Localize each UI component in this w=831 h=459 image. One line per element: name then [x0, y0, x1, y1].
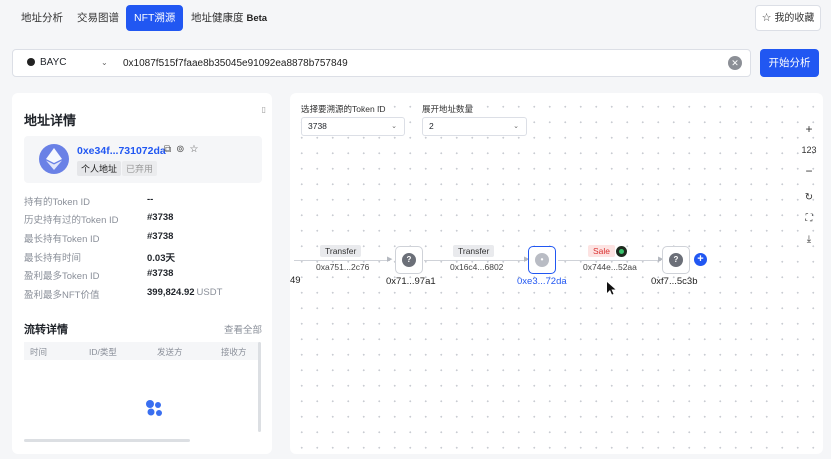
empty-state-icon	[144, 399, 164, 420]
edge-hash[interactable]: 0x744e...52aa	[583, 262, 637, 272]
tab-label: 交易图谱	[77, 12, 119, 24]
tab-nft-trace[interactable]: NFT溯源	[126, 5, 184, 31]
focused-address-node[interactable]: •	[528, 246, 556, 274]
expand-count-value: 2	[429, 121, 434, 131]
edge-type-tag: Transfer	[453, 245, 495, 257]
refresh-icon[interactable]: ↻	[799, 192, 819, 203]
edge-type-tag: Sale	[588, 245, 616, 257]
address-node[interactable]: ?	[662, 246, 690, 274]
info-label: 历史持有过的Token ID	[24, 215, 119, 226]
chevron-down-icon: ⌄	[391, 123, 397, 130]
address-details-panel: 地址详情 ▯ 0xe34f...731072da ⧉⊚☆ 个人地址 已弃用 持有…	[12, 93, 272, 454]
clear-icon[interactable]: ✕	[728, 56, 742, 70]
start-analysis-button[interactable]: 开始分析	[760, 49, 819, 77]
node-label: 0xe3...72da	[517, 276, 567, 287]
address-actions: ⧉⊚☆	[164, 144, 204, 155]
tab-label: NFT溯源	[134, 12, 176, 24]
zoom-toolbar: + 123 − ↻ ⛶ ⤓	[799, 122, 819, 252]
horizontal-scrollbar[interactable]	[24, 439, 190, 442]
zoom-out-icon[interactable]: −	[799, 164, 819, 178]
address-node[interactable]: ?	[395, 246, 423, 274]
profit-unit: USDT	[196, 287, 223, 298]
flow-details-title: 流转详情	[24, 324, 68, 336]
collection-logo-icon	[27, 58, 35, 66]
edge-hash[interactable]: 0x16c4...6802	[450, 262, 503, 272]
info-label: 盈利最多Token ID	[24, 271, 100, 282]
expand-count-select[interactable]: 2 ⌄	[422, 117, 527, 136]
edge-type-tag: Transfer	[320, 245, 362, 257]
tab-label: 地址健康度	[191, 12, 244, 24]
star-icon[interactable]: ☆	[190, 144, 204, 155]
copy-icon[interactable]: ⧉	[164, 144, 176, 155]
unknown-address-icon: ?	[402, 253, 416, 267]
node-label: 49	[290, 275, 301, 286]
download-icon[interactable]: ⤓	[799, 234, 819, 245]
zoom-in-icon[interactable]: +	[799, 122, 819, 136]
info-value: #3738	[147, 231, 174, 242]
address-link[interactable]: 0xe34f...731072da	[77, 145, 166, 157]
top-tab-bar: 地址分析 交易图谱 NFT溯源 地址健康度 Beta ☆ 我的收藏	[0, 0, 831, 36]
info-label: 盈利最多NFT价值	[24, 290, 100, 301]
info-value: --	[147, 194, 154, 205]
tab-transaction-graph[interactable]: 交易图谱	[69, 5, 127, 31]
collection-value: BAYC	[40, 57, 67, 68]
collection-select[interactable]: BAYC ⌄	[13, 50, 113, 76]
address-status-tag: 已弃用	[122, 161, 158, 176]
fullscreen-icon[interactable]: ⛶	[799, 213, 819, 224]
zoom-level: 123	[801, 145, 817, 155]
address-type-tag: 个人地址	[77, 161, 122, 176]
token-id-select[interactable]: 3738 ⌄	[301, 117, 405, 136]
edge-line	[558, 260, 661, 261]
tab-address-analysis[interactable]: 地址分析	[13, 5, 71, 31]
chevron-down-icon: ⌄	[101, 58, 108, 67]
beta-badge: Beta	[246, 13, 268, 24]
trace-graph-canvas[interactable]: 选择要溯源的Token ID 3738 ⌄ 展开地址数量 2 ⌄ + 123 −…	[290, 93, 823, 454]
column-header: ID/类型	[89, 347, 117, 357]
vertical-scrollbar[interactable]	[258, 342, 261, 432]
profit-value: 399,824.92	[147, 287, 195, 298]
unknown-address-icon: ?	[669, 253, 683, 267]
ethereum-icon	[39, 144, 69, 174]
expand-node-icon[interactable]: +	[694, 253, 707, 266]
opensea-icon	[616, 246, 627, 257]
column-header: 接收方	[221, 347, 247, 357]
flow-table-header: 时间 ID/类型 发送方 接收方	[24, 342, 260, 360]
node-label: 0x71...97a1	[386, 276, 436, 287]
token-id-value: 3738	[308, 121, 327, 131]
info-label: 最长持有时间	[24, 253, 82, 264]
token-select-label: 选择要溯源的Token ID	[301, 104, 386, 114]
user-avatar-icon: •	[535, 253, 549, 267]
edge-line	[294, 260, 390, 261]
edge-line	[424, 260, 527, 261]
info-value: 0.03天	[147, 253, 175, 264]
info-value: 399,824.92 USDT	[147, 287, 222, 298]
tab-address-health[interactable]: 地址健康度 Beta	[183, 5, 275, 31]
mouse-cursor-icon	[607, 282, 616, 295]
view-all-link[interactable]: 查看全部	[224, 322, 262, 336]
panel-title: 地址详情	[24, 113, 77, 128]
star-icon: ☆	[761, 12, 772, 24]
favorites-label: 我的收藏	[774, 13, 815, 24]
info-value: #3738	[147, 212, 174, 223]
flow-table: 时间 ID/类型 发送方 接收方	[24, 342, 260, 436]
tab-label: 地址分析	[21, 12, 63, 24]
search-bar: BAYC ⌄ ✕	[12, 49, 751, 77]
arrow-right-icon: ▶	[387, 256, 393, 263]
edge-hash[interactable]: 0xa751...2c76	[316, 262, 369, 272]
address-card: 0xe34f...731072da ⧉⊚☆ 个人地址 已弃用	[24, 136, 262, 183]
info-label: 持有的Token ID	[24, 197, 90, 208]
favorites-button[interactable]: ☆ 我的收藏	[755, 5, 821, 31]
chevron-down-icon: ⌄	[513, 123, 519, 130]
info-label: 最长持有Token ID	[24, 234, 100, 245]
collapse-panel-icon[interactable]: ▯	[262, 105, 266, 114]
column-header: 发送方	[157, 347, 183, 357]
qrcode-icon[interactable]: ⊚	[176, 144, 189, 155]
node-label: 0xf7...5c3b	[651, 276, 698, 287]
expand-count-label: 展开地址数量	[422, 104, 474, 114]
address-input[interactable]	[123, 55, 713, 71]
info-value: #3738	[147, 268, 174, 279]
column-header: 时间	[30, 347, 48, 357]
